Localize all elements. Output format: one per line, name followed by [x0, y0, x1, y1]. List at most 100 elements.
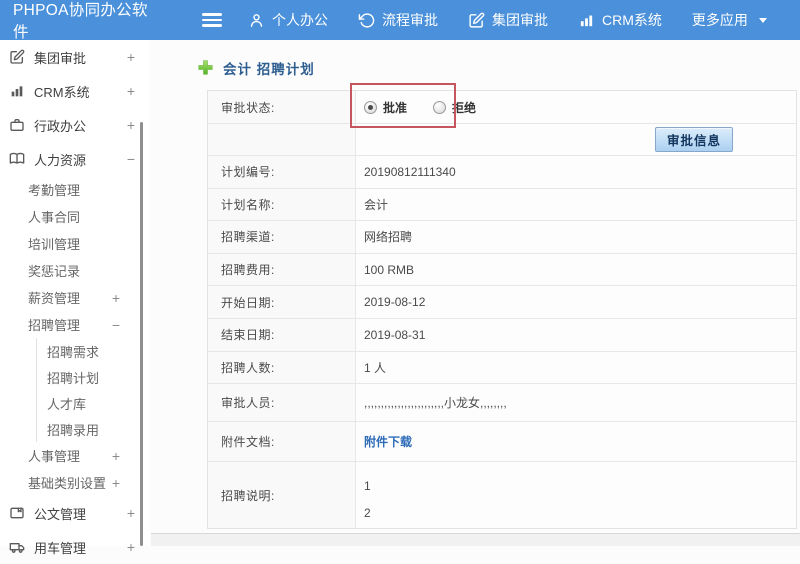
sidebar-item-label: 招聘管理 — [28, 318, 81, 333]
expand-toggle[interactable]: + — [112, 449, 120, 463]
top-navigation: 个人办公 流程审批 集团审批 CRM系统 更多应用 — [248, 10, 767, 30]
sidebar-item-label: CRM系统 — [34, 84, 90, 100]
topnav-process-approval[interactable]: 流程审批 — [358, 10, 438, 30]
topnav-label: 流程审批 — [382, 12, 438, 28]
sidebar-item-hr[interactable]: 人力资源 − — [0, 142, 150, 176]
sidebar-item-admin-office[interactable]: 行政办公 + — [0, 108, 150, 142]
collapse-toggle[interactable]: − — [127, 152, 135, 166]
sidebar-item-label: 招聘计划 — [47, 370, 100, 386]
sidebar-item-salary[interactable]: 薪资管理 + — [0, 284, 150, 311]
field-value: 附件下载 — [356, 422, 796, 461]
table-row-plan-name: 计划名称: 会计 — [208, 188, 796, 222]
sidebar-item-training[interactable]: 培训管理 — [0, 230, 150, 257]
plus-icon — [197, 59, 214, 76]
sidebar-item-label: 集团审批 — [34, 50, 87, 66]
truck-icon — [9, 543, 25, 553]
sidebar: 集团审批 + CRM系统 + 行政办公 + 人力资源 − 考勤管理 人事合同 培… — [0, 40, 150, 556]
sidebar-item-group-approval[interactable]: 集团审批 + — [0, 40, 150, 74]
table-row-plan-number: 计划编号: 20190812111340 — [208, 156, 796, 189]
app-logo: PHPOA协同办公软件 — [13, 2, 148, 41]
approval-info-button[interactable]: 审批信息 — [654, 127, 733, 152]
sidebar-item-label: 人才库 — [47, 396, 87, 412]
bar-chart-icon — [11, 86, 23, 97]
sidebar-item-recruit-plan[interactable]: 招聘计划 — [37, 364, 150, 390]
sidebar-item-hr-contract[interactable]: 人事合同 — [0, 203, 150, 230]
expand-toggle[interactable]: + — [127, 506, 135, 520]
expand-toggle[interactable]: + — [127, 540, 135, 554]
sidebar-scrollbar[interactable] — [140, 122, 143, 546]
field-value: 批准 拒绝 — [356, 91, 796, 123]
sidebar-item-label: 公文管理 — [34, 506, 87, 522]
sidebar-item-rewards[interactable]: 奖惩记录 — [0, 257, 150, 284]
bottom-strip — [151, 533, 800, 546]
table-row-headcount: 招聘人数: 1 人 — [208, 351, 796, 385]
person-icon — [250, 13, 263, 27]
document-icon — [10, 507, 24, 519]
sidebar-item-recruit-hire[interactable]: 招聘录用 — [37, 416, 150, 442]
sidebar-item-label: 招聘录用 — [47, 422, 100, 438]
field-label: 计划编号: — [208, 156, 356, 188]
field-value: 100 RMB — [364, 262, 415, 277]
main-content: 会计 招聘计划 审批状态: 批准 拒绝 审批信息 计划编号: 201908121… — [150, 40, 800, 546]
table-row-attachment: 附件文档: 附件下载 — [208, 422, 796, 463]
field-label: 招聘费用: — [208, 253, 356, 286]
field-label: 开始日期: — [208, 286, 356, 318]
edit-square-icon — [10, 49, 25, 64]
topnav-label: 更多应用 — [691, 12, 748, 28]
attachment-download-link[interactable]: 附件下载 — [364, 433, 412, 450]
topnav-group-approval[interactable]: 集团审批 — [468, 10, 548, 30]
caret-down-icon — [758, 17, 767, 23]
table-row-end-date: 结束日期: 2019-08-31 — [208, 318, 796, 352]
field-value: 1 2 — [364, 479, 371, 521]
sidebar-item-label: 用车管理 — [34, 540, 87, 556]
approval-radio-group: 批准 拒绝 — [364, 99, 496, 116]
sidebar-item-vehicle-mgmt[interactable]: 用车管理 + — [0, 530, 150, 564]
collapse-toggle[interactable]: − — [112, 318, 120, 332]
field-label: 附件文档: — [208, 422, 356, 462]
expand-toggle[interactable]: + — [112, 291, 120, 305]
sidebar-item-recruit-mgmt[interactable]: 招聘管理 − — [0, 311, 150, 338]
bar-chart-icon — [580, 15, 593, 26]
field-value: 20190812111340 — [364, 164, 456, 179]
sidebar-item-label: 人力资源 — [34, 152, 87, 168]
table-row-approval-status: 审批状态: 批准 拒绝 — [208, 91, 796, 124]
sidebar-item-talent-pool[interactable]: 人才库 — [37, 390, 150, 416]
approve-radio[interactable] — [364, 100, 377, 114]
edit-icon — [469, 12, 485, 28]
topnav-personal-office[interactable]: 个人办公 — [248, 10, 328, 30]
table-row-approval-action: 审批信息 — [208, 124, 796, 156]
sidebar-item-official-docs[interactable]: 公文管理 + — [0, 496, 150, 530]
field-label: 审批人员: — [208, 384, 356, 422]
field-label: 计划名称: — [208, 188, 356, 221]
menu-icon[interactable] — [202, 13, 222, 27]
sidebar-item-recruit-demand[interactable]: 招聘需求 — [37, 338, 150, 364]
recruit-plan-form: 审批状态: 批准 拒绝 审批信息 计划编号: 20190812111340 计划… — [207, 90, 797, 530]
sidebar-item-base-category[interactable]: 基础类别设置 + — [0, 469, 150, 496]
expand-toggle[interactable]: + — [127, 118, 135, 132]
table-row-start-date: 开始日期: 2019-08-12 — [208, 286, 796, 319]
approve-label: 批准 — [383, 100, 408, 115]
sidebar-item-attendance[interactable]: 考勤管理 — [0, 176, 150, 203]
field-value: 会计 — [364, 197, 389, 212]
expand-toggle[interactable]: + — [127, 84, 135, 98]
table-row-approvers: 审批人员: ,,,,,,,,,,,,,,,,,,,,,,,,小龙女,,,,,,,… — [208, 384, 796, 423]
field-label: 招聘说明: — [208, 462, 356, 529]
sidebar-item-label: 行政办公 — [34, 118, 87, 134]
sidebar-item-crm[interactable]: CRM系统 + — [0, 74, 150, 108]
table-row-recruit-cost: 招聘费用: 100 RMB — [208, 253, 796, 287]
topnav-crm[interactable]: CRM系统 — [578, 10, 662, 30]
expand-toggle[interactable]: + — [127, 50, 135, 64]
reject-radio[interactable] — [433, 100, 447, 114]
table-row-recruit-channel: 招聘渠道: 网络招聘 — [208, 221, 796, 254]
field-value: 审批信息 — [356, 124, 796, 155]
topnav-more-apps[interactable]: 更多应用 — [692, 10, 767, 30]
sidebar-item-label: 考勤管理 — [28, 183, 81, 198]
page-title: 会计 招聘计划 — [223, 61, 315, 77]
topnav-label: 集团审批 — [492, 12, 548, 28]
book-icon — [9, 152, 25, 164]
sidebar-item-personnel-mgmt[interactable]: 人事管理 + — [0, 442, 150, 469]
briefcase-icon — [10, 119, 24, 131]
expand-toggle[interactable]: + — [112, 476, 120, 490]
field-label — [208, 124, 356, 155]
field-label: 审批状态: — [208, 91, 356, 123]
